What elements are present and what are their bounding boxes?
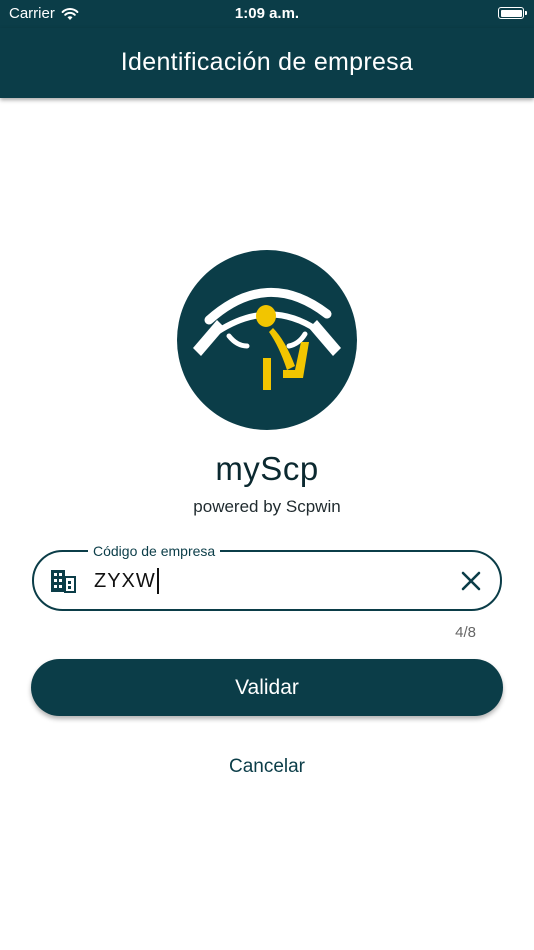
validate-button-label: Validar <box>235 675 299 699</box>
page-title: Identificación de empresa <box>120 47 414 76</box>
battery-icon <box>498 7 527 19</box>
character-counter: 4/8 <box>455 624 476 641</box>
building-icon <box>51 570 76 593</box>
app-bar: Identificación de empresa <box>0 28 534 98</box>
company-code-value: ZYXW <box>94 570 156 592</box>
logo-graphic <box>193 288 341 390</box>
company-code-field[interactable]: Código de empresa ZYXW <box>32 542 502 611</box>
close-icon[interactable] <box>460 570 482 592</box>
status-bar: Carrier 1:09 a.m. <box>0 0 534 28</box>
company-code-input[interactable]: ZYXW <box>94 568 159 594</box>
text-caret <box>156 568 159 594</box>
cancel-button[interactable]: Cancelar <box>0 756 534 778</box>
powered-by-text: powered by Scpwin <box>193 497 341 516</box>
status-time: 1:09 a.m. <box>234 5 300 22</box>
company-code-label: Código de empresa <box>88 542 221 560</box>
myscp-logo <box>177 250 357 430</box>
validate-button[interactable]: Validar <box>31 659 503 716</box>
app-name: myScp <box>215 450 319 487</box>
